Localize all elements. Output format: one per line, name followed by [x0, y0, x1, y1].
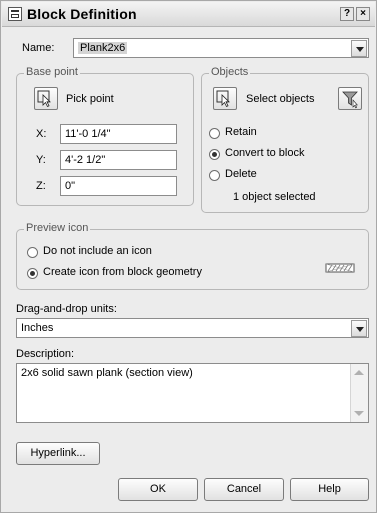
- description-label: Description:: [16, 348, 75, 360]
- dialog-title: Block Definition: [27, 6, 137, 22]
- objects-title: Objects: [209, 66, 251, 78]
- scroll-up-icon[interactable]: [354, 370, 364, 375]
- close-icon[interactable]: ×: [356, 7, 370, 21]
- pick-point-icon: [37, 90, 51, 108]
- quick-select-icon: [342, 91, 358, 109]
- description-scrollbar[interactable]: [350, 364, 368, 422]
- select-objects-label: Select objects: [246, 93, 315, 105]
- select-objects-button[interactable]: [213, 87, 237, 110]
- y-label: Y:: [36, 154, 46, 166]
- block-definition-dialog: Block Definition ? × Name: Plank2x6 Base…: [0, 0, 377, 513]
- hyperlink-button[interactable]: Hyperlink...: [16, 442, 100, 465]
- block-preview-icon: [325, 263, 355, 273]
- description-textarea[interactable]: 2x6 solid sawn plank (section view): [16, 363, 369, 423]
- convert-to-block-radio[interactable]: [209, 149, 220, 160]
- quick-select-button[interactable]: [338, 87, 362, 110]
- y-field[interactable]: 4'-2 1/2": [60, 150, 177, 170]
- help-button[interactable]: Help: [290, 478, 369, 501]
- ok-button[interactable]: OK: [118, 478, 198, 501]
- chevron-down-icon[interactable]: [351, 40, 367, 57]
- delete-label: Delete: [225, 168, 257, 180]
- selection-status: 1 object selected: [233, 191, 316, 203]
- create-icon-label: Create icon from block geometry: [43, 266, 202, 278]
- base-point-title: Base point: [24, 66, 80, 78]
- units-value: Inches: [21, 322, 54, 334]
- help-icon[interactable]: ?: [340, 7, 354, 21]
- name-value: Plank2x6: [78, 42, 128, 54]
- create-icon-radio[interactable]: [27, 268, 38, 279]
- no-icon-label: Do not include an icon: [43, 245, 152, 257]
- convert-to-block-label: Convert to block: [225, 147, 305, 159]
- z-label: Z:: [36, 180, 46, 192]
- name-label: Name:: [22, 42, 55, 54]
- z-field[interactable]: 0": [60, 176, 177, 196]
- units-label: Drag-and-drop units:: [16, 303, 117, 315]
- preview-icon-title: Preview icon: [24, 222, 91, 234]
- units-combo[interactable]: Inches: [16, 318, 369, 338]
- chevron-down-icon[interactable]: [351, 320, 367, 337]
- select-objects-icon: [216, 90, 230, 108]
- x-label: X:: [36, 128, 47, 140]
- scroll-down-icon[interactable]: [354, 411, 364, 416]
- preview-icon-group: Preview icon: [16, 222, 369, 290]
- no-icon-radio[interactable]: [27, 247, 38, 258]
- delete-radio[interactable]: [209, 170, 220, 181]
- retain-label: Retain: [225, 126, 257, 138]
- title-bar: Block Definition ? ×: [2, 2, 375, 27]
- cancel-button[interactable]: Cancel: [204, 478, 284, 501]
- pick-point-button[interactable]: [34, 87, 58, 110]
- name-combo[interactable]: Plank2x6: [73, 38, 369, 58]
- retain-radio[interactable]: [209, 128, 220, 139]
- block-definition-icon: [8, 7, 22, 21]
- x-field[interactable]: 11'-0 1/4": [60, 124, 177, 144]
- pick-point-label: Pick point: [66, 93, 114, 105]
- description-value: 2x6 solid sawn plank (section view): [21, 367, 193, 379]
